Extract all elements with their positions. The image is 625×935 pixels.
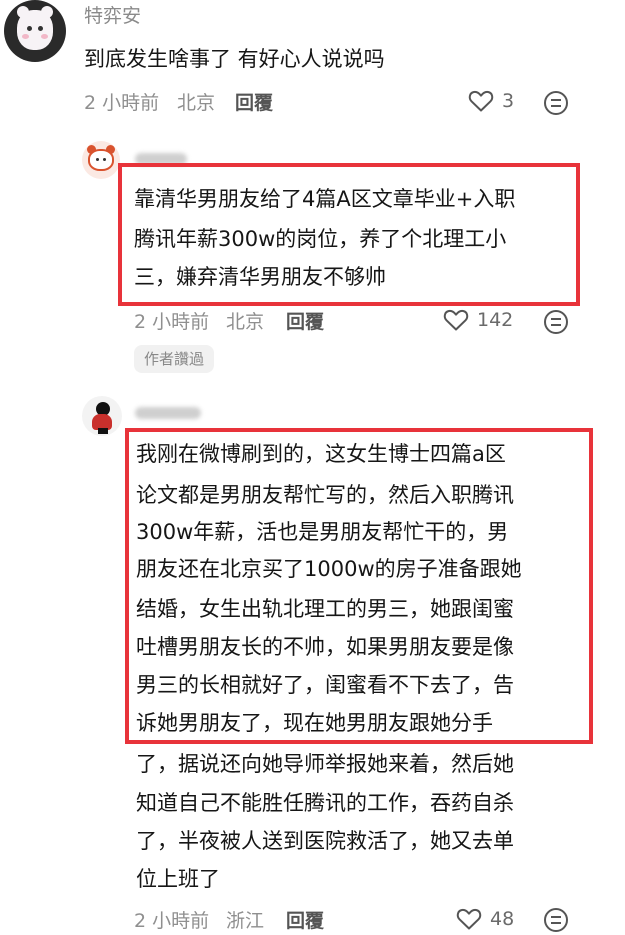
like-count: 3 [502,90,515,112]
comment-text-line: 三，嫌弃清华男朋友不够帅 [134,265,386,289]
comment-text-line: 我刚在微博刷到的，这女生博士四篇a区 [136,442,506,466]
comment-text-line: 知道自己不能胜任腾讯的工作，吞药自杀 [136,791,514,815]
comment-text-line: 了，据说还向她导师举报她来着，然后她 [136,752,514,776]
heart-outline-icon [456,907,482,931]
comment-location: 北京 [177,92,216,114]
avatar[interactable] [82,396,122,436]
avatar[interactable] [82,141,120,179]
comment-location: 北京 [226,311,265,333]
author-liked-badge: 作者讚過 [134,345,215,373]
comment-text-line: 吐槽男朋友长的不帅，如果男朋友要是像 [136,635,514,659]
comment-text-line: 男三的长相就好了，闺蜜看不下去了，告 [136,673,514,697]
avatar[interactable] [4,0,66,62]
heart-outline-icon [443,308,469,332]
comment-time: 2 小時前 [134,311,210,333]
comment-text-line: 诉她男朋友了，现在她男朋友跟她分手 [136,711,493,735]
comment-text-line: 腾讯年薪300w的岗位，养了个北理工小 [134,227,507,251]
reply-button[interactable]: 回覆 [286,310,324,334]
more-button[interactable] [543,90,569,116]
comment-text-line: 位上班了 [136,867,220,891]
comment-time: 2 小時前 [134,910,210,932]
like-button[interactable]: 48 [456,907,514,931]
more-dots-icon [543,90,569,116]
more-button[interactable] [543,907,569,933]
comment-time: 2 小時前 [84,92,160,114]
like-button[interactable]: 3 [468,89,514,113]
like-count: 48 [490,908,515,930]
like-button[interactable]: 142 [443,308,513,332]
comment-text: 到底发生啥事了 有好心人说说吗 [84,47,385,71]
heart-outline-icon [468,89,494,113]
like-count: 142 [477,309,514,331]
comment-text-line: 论文都是男朋友帮忙写的，然后入职腾讯 [136,483,514,507]
comment-text-line: 朋友还在北京买了1000w的房子准备跟她 [136,557,522,581]
comment-text-line: 结婚，女生出轨北理工的男三，她跟闺蜜 [136,597,514,621]
comment-location: 浙江 [226,910,265,932]
reply-button[interactable]: 回覆 [286,909,324,933]
comment-text-line: 靠清华男朋友给了4篇A区文章毕业+入职 [134,187,516,211]
more-dots-icon [543,309,569,335]
more-button[interactable] [543,309,569,335]
username-redacted [135,407,201,419]
comment-username[interactable]: 特弈安 [84,4,141,28]
comment-text-line: 300w年薪，活也是男朋友帮忙干的，男 [136,520,509,544]
more-dots-icon [543,907,569,933]
comment-text-line: 了，半夜被人送到医院救活了，她又去单 [136,829,514,853]
reply-button[interactable]: 回覆 [235,91,273,115]
